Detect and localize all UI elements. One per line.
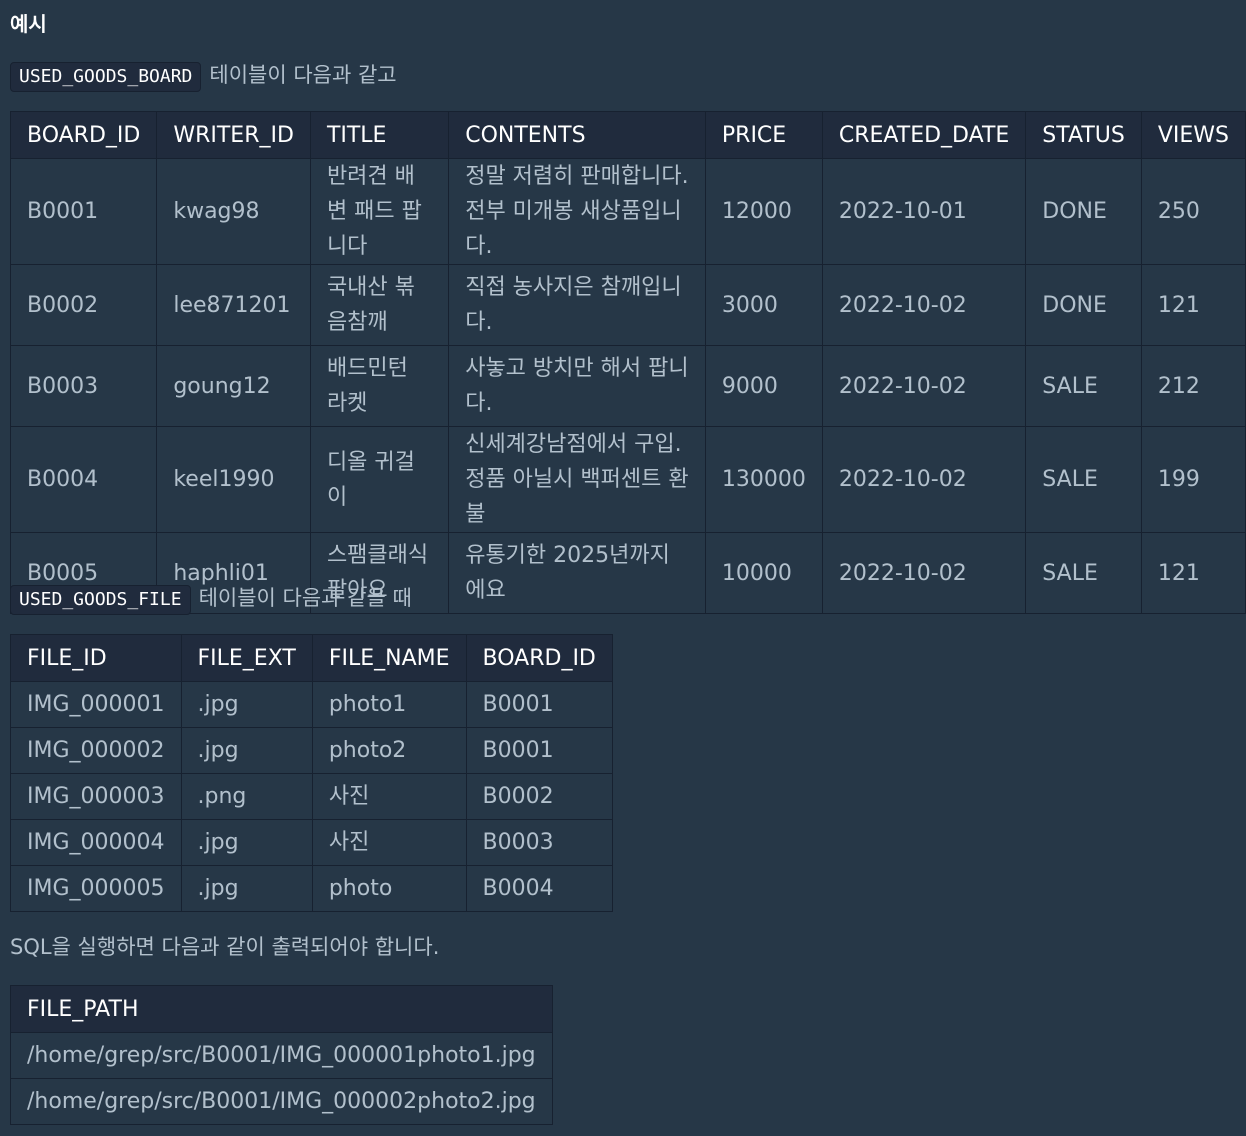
table-cell: 2022-10-02	[821, 345, 1027, 427]
table-header-row: FILE_PATH	[10, 985, 553, 1033]
table-cell: 121	[1140, 532, 1246, 614]
table-cell: 9000	[704, 345, 823, 427]
table-cell: IMG_000003	[10, 773, 182, 820]
table-cell: 3000	[704, 264, 823, 346]
table-cell: 유통기한 2025년까지에요	[448, 532, 706, 614]
table-cell: B0001	[465, 727, 613, 774]
table-cell: 130000	[704, 426, 823, 533]
board-table-name: USED_GOODS_BOARD	[10, 62, 202, 92]
table-cell: 정말 저렴히 판매합니다. 전부 미개봉 새상품입니다.	[448, 158, 706, 265]
table-cell: photo1	[311, 681, 467, 728]
column-header: VIEWS	[1140, 111, 1246, 159]
table-cell: SALE	[1025, 345, 1142, 427]
column-header: FILE_ID	[10, 634, 182, 682]
column-header: CREATED_DATE	[821, 111, 1027, 159]
file-intro-text: 테이블이 다음과 같을 때	[198, 586, 412, 610]
result-intro: SQL을 실행하면 다음과 같이 출력되어야 합니다.	[10, 935, 440, 959]
table-cell: photo2	[311, 727, 467, 774]
table-header-row: FILE_ID FILE_EXT FILE_NAME BOARD_ID	[10, 634, 613, 682]
column-header: BOARD_ID	[465, 634, 613, 682]
board-table: BOARD_ID WRITER_ID TITLE CONTENTS PRICE CREAT…	[9, 111, 1246, 614]
table-cell: SALE	[1025, 532, 1142, 614]
table-cell: 199	[1140, 426, 1246, 533]
table-row: /home/grep/src/B0001/IMG_000001photo1.jp…	[10, 1032, 553, 1079]
table-cell: .jpg	[180, 819, 313, 866]
column-header: BOARD_ID	[9, 111, 158, 159]
table-cell: B0003	[9, 345, 158, 427]
table-cell: 2022-10-02	[821, 264, 1027, 346]
column-header: FILE_PATH	[10, 985, 553, 1033]
table-row: B0001 kwag98 반려견 배변 패드 팝니다 정말 저렴히 판매합니다. 전부…	[9, 158, 1246, 265]
column-header: WRITER_ID	[156, 111, 311, 159]
table-cell: DONE	[1025, 158, 1142, 265]
table-cell: /home/grep/src/B0001/IMG_000002photo2.jp…	[10, 1078, 553, 1125]
table-cell: 12000	[704, 158, 823, 265]
table-cell: B0002	[465, 773, 613, 820]
table-cell: 디올 귀걸이	[309, 426, 450, 533]
table-cell: 사진	[311, 819, 467, 866]
table-cell: B0004	[9, 426, 158, 533]
table-cell: goung12	[156, 345, 311, 427]
table-cell: lee871201	[156, 264, 311, 346]
table-cell: photo	[311, 865, 467, 912]
table-row: IMG_000001 .jpg photo1 B0001	[10, 681, 613, 728]
table-cell: 반려견 배변 패드 팝니다	[309, 158, 450, 265]
board-intro: USED_GOODS_BOARD 테이블이 다음과 같고	[10, 60, 397, 92]
table-cell: DONE	[1025, 264, 1142, 346]
table-row: B0004 keel1990 디올 귀걸이 신세계강남점에서 구입. 정품 아닐시 백…	[9, 426, 1246, 533]
table-cell: .jpg	[180, 865, 313, 912]
table-cell: kwag98	[156, 158, 311, 265]
column-header: FILE_EXT	[180, 634, 313, 682]
table-cell: IMG_000005	[10, 865, 182, 912]
column-header: CONTENTS	[448, 111, 706, 159]
table-cell: 212	[1140, 345, 1246, 427]
table-row: IMG_000004 .jpg 사진 B0003	[10, 819, 613, 866]
table-cell: B0003	[465, 819, 613, 866]
table-header-row: BOARD_ID WRITER_ID TITLE CONTENTS PRICE CREAT…	[9, 111, 1246, 159]
table-row: IMG_000002 .jpg photo2 B0001	[10, 727, 613, 774]
file-table: FILE_ID FILE_EXT FILE_NAME BOARD_ID IMG_000…	[10, 634, 613, 912]
column-header: STATUS	[1025, 111, 1142, 159]
table-cell: B0002	[9, 264, 158, 346]
table-cell: .jpg	[180, 727, 313, 774]
table-cell: B0004	[465, 865, 613, 912]
table-cell: 사진	[311, 773, 467, 820]
table-cell: .png	[180, 773, 313, 820]
table-row: IMG_000003 .png 사진 B0002	[10, 773, 613, 820]
table-row: IMG_000005 .jpg photo B0004	[10, 865, 613, 912]
result-table: FILE_PATH /home/grep/src/B0001/IMG_00000…	[10, 985, 553, 1125]
column-header: FILE_NAME	[311, 634, 467, 682]
table-cell: B0001	[9, 158, 158, 265]
table-cell: 2022-10-02	[821, 426, 1027, 533]
table-cell: 121	[1140, 264, 1246, 346]
table-cell: 2022-10-02	[821, 532, 1027, 614]
table-cell: .jpg	[180, 681, 313, 728]
table-row: B0003 goung12 배드민턴 라켓 사놓고 방치만 해서 팝니다. 9000 20…	[9, 345, 1246, 427]
section-heading: 예시	[10, 12, 47, 36]
table-cell: 국내산 볶음참깨	[309, 264, 450, 346]
table-cell: SALE	[1025, 426, 1142, 533]
table-row: /home/grep/src/B0001/IMG_000002photo2.jp…	[10, 1078, 553, 1125]
table-cell: 2022-10-01	[821, 158, 1027, 265]
table-cell: 250	[1140, 158, 1246, 265]
table-cell: 10000	[704, 532, 823, 614]
file-table-name: USED_GOODS_FILE	[10, 585, 191, 615]
table-cell: 직접 농사지은 참깨입니다.	[448, 264, 706, 346]
table-cell: 사놓고 방치만 해서 팝니다.	[448, 345, 706, 427]
table-cell: B0001	[465, 681, 613, 728]
table-cell: IMG_000001	[10, 681, 182, 728]
column-header: PRICE	[704, 111, 823, 159]
board-intro-text: 테이블이 다음과 같고	[209, 63, 397, 87]
table-cell: 배드민턴 라켓	[309, 345, 450, 427]
table-cell: IMG_000004	[10, 819, 182, 866]
file-intro: USED_GOODS_FILE 테이블이 다음과 같을 때	[10, 583, 412, 615]
table-cell: keel1990	[156, 426, 311, 533]
table-cell: IMG_000002	[10, 727, 182, 774]
table-cell: 신세계강남점에서 구입. 정품 아닐시 백퍼센트 환불	[448, 426, 706, 533]
table-cell: /home/grep/src/B0001/IMG_000001photo1.jp…	[10, 1032, 553, 1079]
column-header: TITLE	[309, 111, 450, 159]
table-row: B0002 lee871201 국내산 볶음참깨 직접 농사지은 참깨입니다. 3000…	[9, 264, 1246, 346]
